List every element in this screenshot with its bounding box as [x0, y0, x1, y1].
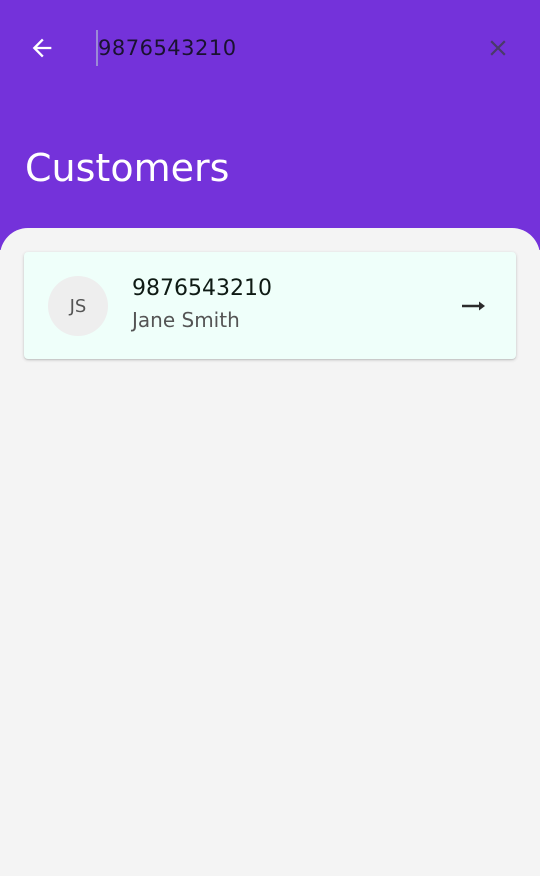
customer-phone: 9876543210 — [132, 276, 272, 301]
customer-name: Jane Smith — [132, 308, 240, 332]
page-title: Customers — [25, 146, 230, 190]
customer-search-screen: 9876543210 Customers JS 9876543210 Jane … — [0, 0, 540, 876]
customer-card[interactable]: JS 9876543210 Jane Smith — [24, 252, 516, 359]
app-header: 9876543210 Customers — [0, 0, 540, 250]
open-customer-button[interactable] — [460, 292, 488, 320]
search-field[interactable]: 9876543210 — [96, 28, 456, 68]
clear-search-button[interactable] — [478, 28, 518, 68]
search-input[interactable]: 9876543210 — [98, 36, 237, 60]
close-icon — [490, 40, 506, 56]
results-panel: JS 9876543210 Jane Smith — [0, 228, 540, 876]
back-button[interactable] — [22, 28, 62, 68]
arrow-left-icon — [32, 38, 52, 58]
arrow-right-icon — [462, 301, 485, 311]
avatar: JS — [48, 276, 108, 336]
